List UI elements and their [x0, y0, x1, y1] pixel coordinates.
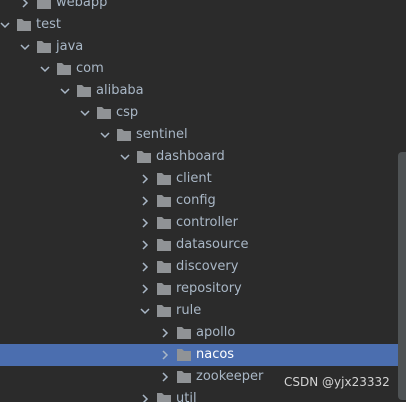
tree-item-label: alibaba — [96, 83, 144, 98]
tree-item-datasource[interactable]: datasource — [0, 234, 398, 256]
chevron-right-icon[interactable] — [160, 328, 170, 338]
chevron-right-icon[interactable] — [140, 218, 150, 228]
chevron-right-icon[interactable] — [160, 372, 170, 382]
tree-item-apollo[interactable]: apollo — [0, 322, 398, 344]
chevron-right-icon[interactable] — [140, 174, 150, 184]
folder-icon — [57, 63, 71, 75]
folder-icon — [157, 261, 171, 273]
chevron-right-icon[interactable] — [140, 240, 150, 250]
folder-icon — [37, 41, 51, 53]
tree-item-label: rule — [176, 303, 202, 318]
tree-item-discovery[interactable]: discovery — [0, 256, 398, 278]
chevron-down-icon[interactable] — [140, 306, 150, 316]
chevron-right-icon[interactable] — [20, 0, 30, 8]
tree-item-label: dashboard — [156, 149, 225, 164]
tree-item-label: apollo — [196, 325, 236, 340]
folder-icon — [97, 107, 111, 119]
folder-icon — [177, 327, 191, 339]
tree-item-java[interactable]: java — [0, 36, 398, 58]
tree-item-sentinel[interactable]: sentinel — [0, 124, 398, 146]
folder-icon — [157, 393, 171, 402]
watermark: CSDN @yjx23332 — [284, 375, 390, 389]
tree-item-csp[interactable]: csp — [0, 102, 398, 124]
tree-item-label: test — [36, 17, 61, 32]
chevron-down-icon[interactable] — [60, 86, 70, 96]
chevron-right-icon[interactable] — [140, 394, 150, 402]
chevron-down-icon[interactable] — [100, 130, 110, 140]
tree-item-label: webapp — [56, 0, 108, 10]
folder-icon — [157, 283, 171, 295]
vertical-scrollbar[interactable] — [398, 152, 406, 400]
tree-item-label: controller — [176, 215, 239, 230]
folder-icon — [157, 305, 171, 317]
tree-item-label: discovery — [176, 259, 239, 274]
folder-icon — [137, 151, 151, 163]
tree-item-client[interactable]: client — [0, 168, 398, 190]
folder-icon — [177, 349, 191, 361]
chevron-right-icon[interactable] — [160, 350, 170, 360]
tree-item-webapp[interactable]: webapp — [0, 0, 398, 14]
chevron-down-icon[interactable] — [20, 42, 30, 52]
folder-icon — [157, 217, 171, 229]
tree-item-label: com — [76, 61, 104, 76]
folder-icon — [157, 195, 171, 207]
tree-item-config[interactable]: config — [0, 190, 398, 212]
tree-item-label: nacos — [196, 347, 235, 362]
tree-item-label: datasource — [176, 237, 249, 252]
tree-item-label: client — [176, 171, 212, 186]
tree-item-nacos[interactable]: nacos — [0, 344, 398, 366]
folder-icon — [37, 0, 51, 9]
tree-item-alibaba[interactable]: alibaba — [0, 80, 398, 102]
folder-icon — [157, 239, 171, 251]
tree-item-dashboard[interactable]: dashboard — [0, 146, 398, 168]
folder-icon — [77, 85, 91, 97]
tree-item-repository[interactable]: repository — [0, 278, 398, 300]
chevron-down-icon[interactable] — [120, 152, 130, 162]
tree-item-label: sentinel — [136, 127, 188, 142]
chevron-right-icon[interactable] — [140, 196, 150, 206]
chevron-right-icon[interactable] — [140, 284, 150, 294]
tree-item-com[interactable]: com — [0, 58, 398, 80]
tree-item-label: util — [176, 391, 197, 402]
chevron-down-icon[interactable] — [0, 20, 10, 30]
tree-item-rule[interactable]: rule — [0, 300, 398, 322]
chevron-down-icon[interactable] — [80, 108, 90, 118]
tree-item-label: config — [176, 193, 216, 208]
tree-item-label: repository — [176, 281, 242, 296]
tree-item-label: java — [56, 39, 84, 54]
chevron-down-icon[interactable] — [40, 64, 50, 74]
tree-item-util[interactable]: util — [0, 388, 398, 402]
project-tree: webapp test java com alibaba csp sentinel dashb… — [0, 0, 406, 402]
tree-item-test[interactable]: test — [0, 14, 398, 36]
folder-icon — [117, 129, 131, 141]
folder-icon — [157, 173, 171, 185]
chevron-right-icon[interactable] — [140, 262, 150, 272]
folder-icon — [17, 19, 31, 31]
tree-item-label: zookeeper — [196, 369, 264, 384]
folder-icon — [177, 371, 191, 383]
tree-item-label: csp — [116, 105, 139, 120]
tree-item-controller[interactable]: controller — [0, 212, 398, 234]
